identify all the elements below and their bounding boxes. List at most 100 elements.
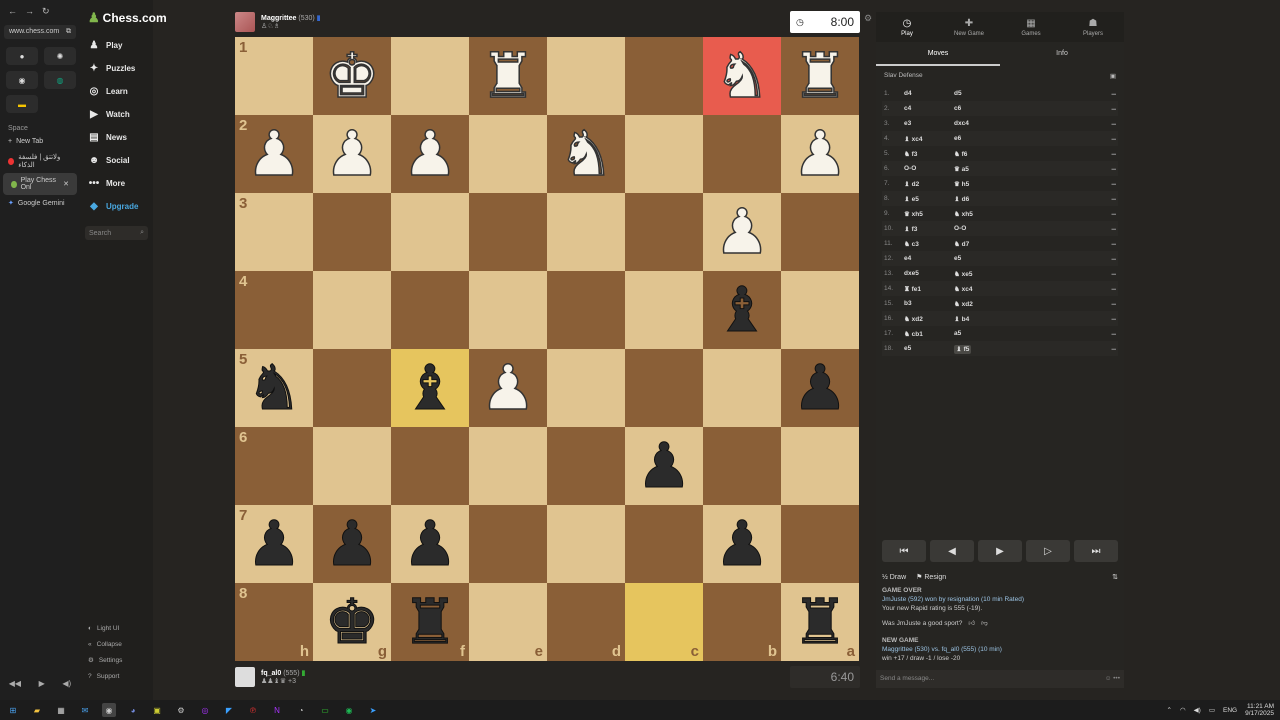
- board-square[interactable]: f ♜: [391, 583, 469, 661]
- board-square[interactable]: ♟: [391, 115, 469, 193]
- white-move[interactable]: ♞ cb1: [904, 330, 954, 338]
- board-square[interactable]: ♚: [313, 37, 391, 115]
- tab-chess[interactable]: Play Chess Onl ✕: [3, 173, 77, 195]
- board-square[interactable]: [625, 37, 703, 115]
- black-move[interactable]: ♛ a5: [954, 165, 1094, 173]
- volume-icon[interactable]: ◀): [62, 679, 71, 688]
- black-move[interactable]: c6: [954, 105, 1094, 112]
- board-square[interactable]: 1: [235, 37, 313, 115]
- player-name-row[interactable]: fq_al0 (555) ▮: [261, 669, 305, 677]
- sidebar-item-play[interactable]: ♟ Play: [80, 34, 153, 57]
- first-move-button[interactable]: ⏮: [882, 540, 926, 562]
- board-square[interactable]: [547, 271, 625, 349]
- tab-play[interactable]: ◷ Play: [876, 12, 938, 42]
- black-move[interactable]: ♞ xd2: [954, 300, 1094, 308]
- sidebar-item-more[interactable]: ••• More: [80, 172, 153, 195]
- board-square[interactable]: [313, 193, 391, 271]
- white-move[interactable]: O-O: [904, 165, 954, 172]
- white-move[interactable]: ♛ xh5: [904, 210, 954, 218]
- pinterest-icon[interactable]: ℗: [246, 703, 260, 717]
- battery-icon[interactable]: ▭: [1209, 706, 1215, 714]
- mail-icon[interactable]: ✉: [78, 703, 92, 717]
- black-king-icon[interactable]: ♚: [324, 590, 381, 653]
- sidebar-item-watch[interactable]: ▶ Watch: [80, 103, 153, 126]
- close-icon[interactable]: ✕: [63, 180, 69, 188]
- spotify-icon[interactable]: ◉: [342, 703, 356, 717]
- chess-board[interactable]: 1 ♚ ♜ ♞ ♜ 2 ♟ ♟ ♟ ♞ ♟ 3 ♟ 4 ♝ 5 ♞ ♝ ♟ ♟ 6 ♟ 7 ♟ ♟ ♟ ♟ 8 h g ♚ f ♜ e d c b a ♜: [235, 37, 860, 661]
- black-pawn-icon[interactable]: ♟: [246, 512, 303, 575]
- settings-icon[interactable]: ⚙: [864, 13, 872, 24]
- black-rook-icon[interactable]: ♜: [402, 590, 459, 653]
- message-input[interactable]: Send a message... ☺ •••: [876, 670, 1124, 688]
- board-square[interactable]: 5 ♞: [235, 349, 313, 427]
- white-move[interactable]: dxe5: [904, 270, 954, 277]
- black-move[interactable]: a5: [954, 330, 1094, 337]
- sidebar-support[interactable]: ? Support: [80, 668, 153, 684]
- black-move[interactable]: d5: [954, 90, 1094, 97]
- steam-icon[interactable]: ⚙: [174, 703, 188, 717]
- next-move-button[interactable]: ▷: [1026, 540, 1070, 562]
- black-move[interactable]: dxc4: [954, 120, 1094, 127]
- board-square[interactable]: [469, 193, 547, 271]
- black-move[interactable]: ♞ d7: [954, 240, 1094, 248]
- board-square[interactable]: c: [625, 583, 703, 661]
- vscode-icon[interactable]: ◤: [222, 703, 236, 717]
- prev-move-button[interactable]: ◀: [930, 540, 974, 562]
- tab-games[interactable]: ▦ Games: [1000, 12, 1062, 42]
- sidebar-item-social[interactable]: ☻ Social: [80, 149, 153, 172]
- app-icon[interactable]: ▣: [150, 703, 164, 717]
- obs-icon[interactable]: ◎: [198, 703, 212, 717]
- board-square[interactable]: [469, 115, 547, 193]
- black-move[interactable]: e6: [954, 135, 1094, 142]
- board-square[interactable]: [625, 115, 703, 193]
- black-move[interactable]: ♛ h5: [954, 180, 1094, 188]
- white-move[interactable]: ♝ f3: [904, 225, 954, 233]
- black-bishop-icon[interactable]: ♝: [402, 356, 459, 419]
- browser-icon[interactable]: ◉: [102, 703, 116, 717]
- tab-new-game[interactable]: ✚ New Game: [938, 12, 1000, 42]
- white-pawn-icon[interactable]: ♟: [245, 122, 302, 186]
- volume-icon[interactable]: ◀): [1194, 706, 1201, 714]
- white-pawn-icon[interactable]: ♟: [323, 122, 380, 186]
- board-square[interactable]: [703, 349, 781, 427]
- black-pawn-icon[interactable]: ♟: [636, 434, 693, 497]
- board-square[interactable]: ♟: [703, 505, 781, 583]
- board-square[interactable]: e: [469, 583, 547, 661]
- board-square[interactable]: 3: [235, 193, 313, 271]
- white-move[interactable]: ♜ fe1: [904, 285, 954, 293]
- board-square[interactable]: ♟: [781, 349, 859, 427]
- board-square[interactable]: [469, 505, 547, 583]
- white-move[interactable]: c4: [904, 105, 954, 112]
- chesscom-logo[interactable]: ♟ Chess.com: [80, 0, 167, 34]
- white-knight-icon[interactable]: ♞: [557, 122, 614, 186]
- tab-moves[interactable]: Moves: [876, 42, 1000, 66]
- avatar[interactable]: [235, 667, 255, 687]
- telegram-icon[interactable]: ➤: [366, 703, 380, 717]
- black-move[interactable]: ♝ b4: [954, 315, 1094, 323]
- board-square[interactable]: [391, 37, 469, 115]
- clock[interactable]: 11:21 AM 9/17/2025: [1245, 703, 1274, 717]
- black-knight-icon[interactable]: ♞: [246, 356, 303, 419]
- pinned-site-icon[interactable]: ◉: [6, 71, 38, 89]
- board-square[interactable]: [313, 271, 391, 349]
- white-move[interactable]: ♞ xd2: [904, 315, 954, 323]
- white-move[interactable]: e5: [904, 345, 954, 352]
- black-pawn-icon[interactable]: ♟: [402, 512, 459, 575]
- board-square[interactable]: ♟: [781, 115, 859, 193]
- language-indicator[interactable]: ENG: [1223, 707, 1237, 714]
- black-move[interactable]: ♞ xh5: [954, 210, 1094, 218]
- github-desktop-icon[interactable]: ◔: [294, 703, 308, 717]
- black-bishop-icon[interactable]: ♝: [714, 278, 771, 341]
- white-move[interactable]: b3: [904, 300, 954, 307]
- board-square[interactable]: 8h: [235, 583, 313, 661]
- board-square[interactable]: [547, 427, 625, 505]
- sidebar-item-learn[interactable]: ◎ Learn: [80, 80, 153, 103]
- board-square[interactable]: [547, 349, 625, 427]
- board-square[interactable]: ♟: [703, 193, 781, 271]
- windows-start-icon[interactable]: ⊞: [6, 703, 20, 717]
- board-square[interactable]: ♜: [469, 37, 547, 115]
- black-move[interactable]: ♞ xe5: [954, 270, 1094, 278]
- black-pawn-icon[interactable]: ♟: [324, 512, 381, 575]
- tab-players[interactable]: ☗ Players: [1062, 12, 1124, 42]
- tray-chevron-icon[interactable]: ⌃: [1167, 706, 1172, 714]
